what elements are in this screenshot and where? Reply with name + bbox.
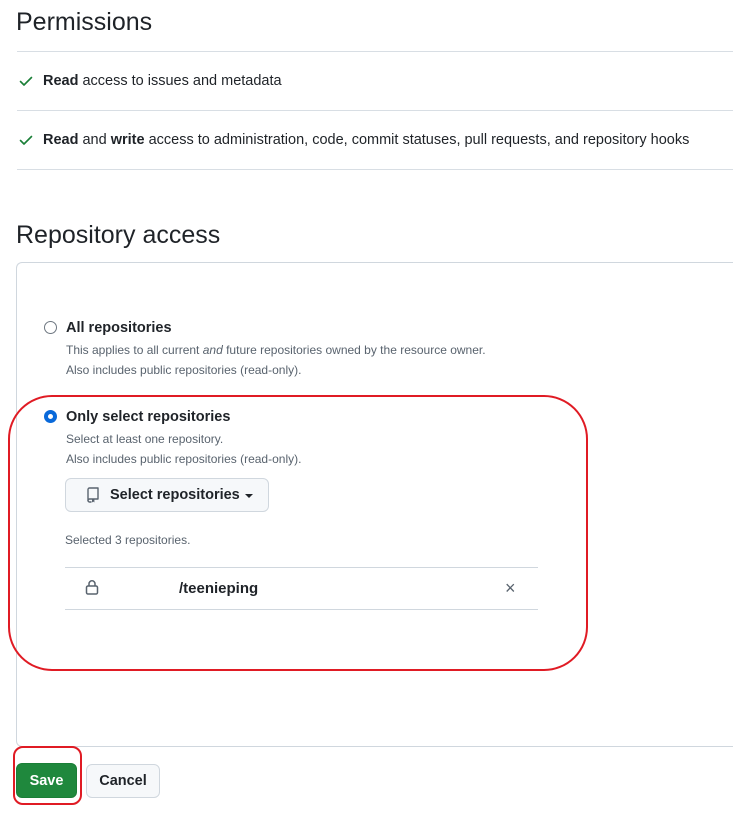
divider: [17, 51, 733, 52]
only-select-repositories-radio[interactable]: [44, 410, 57, 423]
select-repositories-button[interactable]: Select repositories: [65, 478, 269, 512]
save-button[interactable]: Save: [16, 763, 77, 798]
only-select-repositories-note-public: Also includes public repositories (read-…: [66, 452, 302, 466]
note-text: future repositories owned by the resourc…: [222, 343, 486, 357]
check-icon: [19, 76, 33, 86]
close-icon[interactable]: ×: [505, 579, 516, 597]
select-repositories-label: Select repositories: [110, 487, 240, 503]
all-repositories-note: This applies to all current and future r…: [66, 343, 486, 357]
caret-down-icon: [244, 494, 253, 498]
lock-icon: [85, 580, 99, 595]
permission-text: access to issues and metadata: [78, 73, 282, 89]
permission-connector: and: [78, 132, 111, 148]
permission-level: write: [110, 132, 145, 148]
permission-item-read-issues: Read access to issues and metadata: [18, 73, 733, 89]
only-select-repositories-note: Select at least one repository.: [66, 432, 224, 446]
only-select-repositories-label[interactable]: Only select repositories: [66, 409, 230, 425]
selected-count: Selected 3 repositories.: [65, 533, 191, 547]
all-repositories-label[interactable]: All repositories: [66, 320, 172, 336]
selected-repository-row: /teenieping ×: [65, 567, 538, 610]
permission-text: access to administration, code, commit s…: [144, 132, 690, 148]
all-repositories-note-public: Also includes public repositories (read-…: [66, 363, 302, 377]
repository-name: /teenieping: [179, 580, 259, 597]
note-text: This applies to all current: [66, 343, 203, 357]
cancel-button[interactable]: Cancel: [86, 764, 160, 798]
divider: [17, 169, 733, 170]
note-emphasis: and: [202, 343, 223, 357]
permission-level: Read: [43, 73, 79, 89]
check-icon: [19, 135, 33, 145]
permission-level: Read: [43, 132, 79, 148]
permission-item-read-write: Read and write access to administration,…: [18, 132, 733, 148]
divider: [17, 110, 733, 111]
repo-icon: [87, 487, 99, 503]
repository-access-heading: Repository access: [16, 221, 221, 249]
permissions-heading: Permissions: [16, 8, 153, 36]
all-repositories-radio[interactable]: [44, 321, 57, 334]
